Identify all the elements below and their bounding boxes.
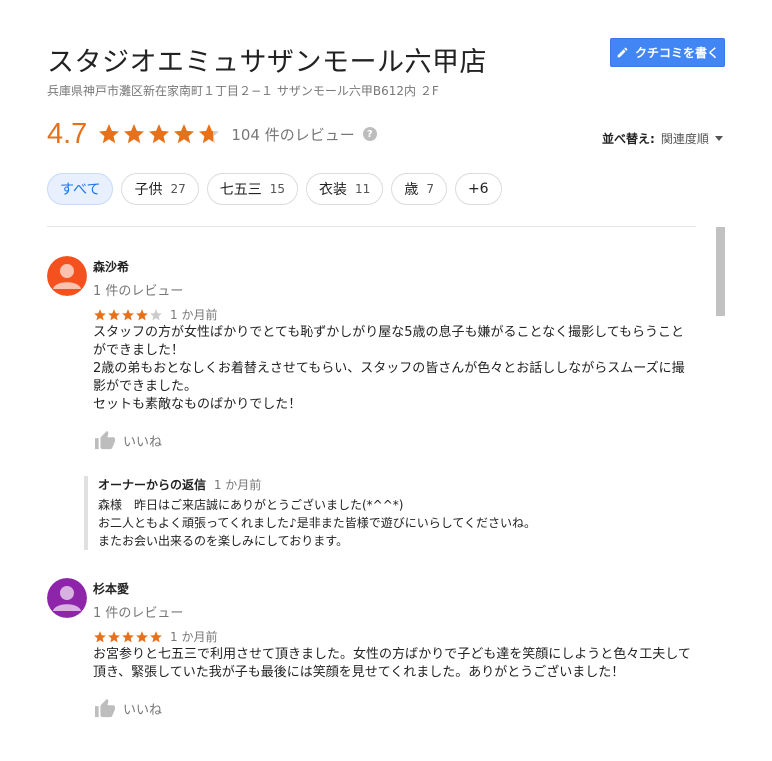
star-icon [94, 630, 106, 642]
star-icon [174, 124, 195, 144]
review-item: 杉本愛 1 件のレビュー 1 か月前 お宮参りと七五三で利用させて頂きました。女… [47, 578, 697, 728]
star-icon [122, 630, 134, 642]
owner-reply-line: お二人ともよく頑張ってくれました♪是非また皆様で遊びにいらしてくださいね。 [98, 516, 536, 530]
filter-chip-label: +6 [467, 181, 489, 197]
star-icon [122, 308, 134, 320]
place-address: 兵庫県神戸市灘区新在家南町１丁目２−１ サザンモール六甲B612内 ２F [47, 84, 439, 98]
review-text-line: 影ができました。 [93, 379, 198, 394]
filter-chip-count: 11 [355, 182, 371, 196]
filter-chips: すべて 子供 27 七五三 15 衣装 11 歳 7 +6 [47, 173, 502, 205]
owner-reply-label: オーナーからの返信 [98, 478, 207, 492]
filter-chip-label: 子供 [134, 182, 163, 198]
star-icon [99, 124, 120, 144]
filter-chip-count: 7 [426, 182, 434, 196]
owner-reply-text: 森様 昨日はご来店誠にありがとうございました(*^^*) お二人ともよく頑張って… [98, 496, 684, 550]
filter-chip-label: 歳 [404, 182, 419, 198]
rating-summary: 4.7 104 件のレビュー ? [47, 114, 377, 154]
owner-reply-line: またお会い出来るのを楽しみにしております。 [98, 534, 349, 548]
owner-reply-header: オーナーからの返信 1 か月前 [98, 476, 684, 493]
thumbs-up-icon [95, 430, 115, 450]
avatar[interactable] [47, 256, 87, 296]
star-icon [136, 630, 148, 642]
sort-value: 関連度順 [660, 132, 709, 146]
owner-reply-line: 森様 昨日はご来店誠にありがとうございました(*^^*) [98, 498, 404, 512]
place-title: スタジオエミュサザンモール六甲店 [47, 47, 487, 78]
filter-chip-shichigosan[interactable]: 七五三 15 [206, 173, 299, 205]
review-text-line: お宮参りと七五三で利用させて頂きました。女性の方ばかりで子ども達を笑顔にしようと… [93, 647, 691, 662]
star-icon [199, 124, 220, 144]
filter-chip-label: 七五三 [219, 182, 262, 198]
pencil-icon [617, 47, 628, 58]
review-item: 森沙希 1 件のレビュー 1 か月前 スタッフの方が女性ばかりでとても恥ずかしが… [47, 256, 697, 556]
owner-reply-time: 1 か月前 [213, 478, 262, 492]
person-icon [47, 578, 87, 618]
scrollbar-thumb[interactable] [716, 227, 725, 316]
filter-chip-all[interactable]: すべて [47, 173, 114, 205]
review-text-line: 頂き、緊張していた我が子も最後には笑顔を見せてくれました。ありがとうございました… [93, 665, 625, 680]
like-button[interactable]: いいね [93, 430, 162, 450]
review-rating: 1 か月前 [93, 628, 217, 645]
avatar[interactable] [47, 578, 87, 618]
filter-chip-kids[interactable]: 子供 27 [121, 173, 199, 205]
review-stars [93, 308, 163, 322]
star-icon [136, 308, 148, 320]
star-icon [150, 308, 162, 320]
filter-chip-age[interactable]: 歳 7 [391, 173, 447, 205]
reviewer-review-count: 1 件のレビュー [93, 284, 184, 299]
caret-down-icon [714, 136, 723, 141]
write-review-label: クチコミを書く [634, 46, 719, 60]
review-text-line: 2歳の弟もおとなしくお着替えさせてもらい、スタッフの皆さんが色々とお話ししながら… [93, 361, 685, 376]
filter-chip-costume[interactable]: 衣装 11 [306, 173, 384, 205]
star-icon [149, 124, 170, 144]
star-icon [150, 630, 162, 642]
star-icon [108, 630, 120, 642]
review-time: 1 か月前 [170, 308, 218, 322]
filter-chip-count: 27 [170, 182, 186, 196]
owner-reply: オーナーからの返信 1 か月前 森様 昨日はご来店誠にありがとうございました(*… [84, 476, 684, 550]
reviewer-name[interactable]: 森沙希 [93, 258, 129, 275]
like-label: いいね [123, 434, 163, 450]
divider [47, 226, 696, 227]
reviewer-name[interactable]: 杉本愛 [93, 580, 129, 597]
review-text: お宮参りと七五三で利用させて頂きました。女性の方ばかりで子ども達を笑顔にしようと… [93, 646, 695, 682]
star-icon [94, 308, 106, 320]
help-icon[interactable]: ? [362, 127, 377, 141]
review-stars [93, 630, 163, 644]
star-icon [124, 124, 145, 144]
review-text-line: ができました！ [93, 343, 185, 358]
like-label: いいね [123, 702, 163, 718]
sort-dropdown[interactable]: 並べ替え: 関連度順 [602, 130, 723, 147]
review-rating: 1 か月前 [93, 306, 217, 323]
review-count[interactable]: 104 件のレビュー [231, 124, 354, 145]
filter-chip-count: 15 [269, 182, 286, 196]
star-icon [108, 308, 120, 320]
write-review-button[interactable]: クチコミを書く [610, 38, 725, 67]
sort-label: 並べ替え: [602, 132, 655, 146]
review-text-line: セットも素敵なものばかりでした！ [93, 397, 302, 412]
rating-value: 4.7 [47, 117, 88, 150]
filter-chip-more[interactable]: +6 [454, 173, 502, 205]
person-icon [47, 256, 87, 296]
like-button[interactable]: いいね [93, 698, 162, 718]
filter-chip-label: 衣装 [319, 182, 348, 198]
thumbs-up-icon [95, 698, 115, 718]
review-text-line: スタッフの方が女性ばかりでとても恥ずかしがり屋な5歳の息子も嫌がることなく撮影し… [93, 325, 685, 340]
review-text: スタッフの方が女性ばかりでとても恥ずかしがり屋な5歳の息子も嫌がることなく撮影し… [93, 324, 695, 414]
reviewer-review-count: 1 件のレビュー [93, 606, 184, 621]
review-time: 1 か月前 [170, 630, 218, 644]
filter-chip-label: すべて [60, 182, 101, 198]
rating-stars [97, 122, 221, 146]
